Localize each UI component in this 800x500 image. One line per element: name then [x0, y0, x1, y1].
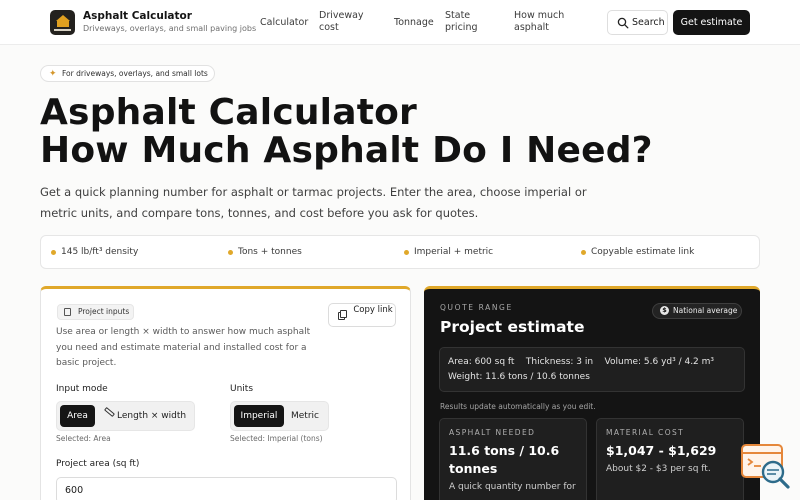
project-estimate-card: QUOTE RANGE $ National average Project e… [424, 286, 760, 500]
hero-description: Get a quick planning number for asphalt … [40, 185, 587, 220]
nav-link-driveway-cost[interactable]: Driveway cost [319, 10, 369, 34]
nav-link-how-much-asphalt[interactable]: How much asphalt [514, 10, 574, 34]
national-average-badge: $ National average [652, 303, 742, 319]
feature-item: Copyable estimate link [581, 247, 694, 257]
units-imperial-option[interactable]: Imperial [234, 405, 284, 427]
project-inputs-tag: Project inputs [57, 304, 134, 320]
nav-link-state-pricing[interactable]: State pricing [445, 10, 485, 34]
project-area-input[interactable]: 600 [56, 477, 397, 500]
input-mode-label: Input mode [56, 384, 108, 394]
nav-link-tonnage[interactable]: Tonnage [394, 17, 434, 29]
summary-volume: Volume: 5.6 yd³ / 4.2 m³ [604, 357, 715, 367]
bullet-dot-icon [581, 250, 586, 255]
brand-logo-icon[interactable] [50, 10, 75, 35]
quote-range-kicker: QUOTE RANGE [440, 303, 513, 312]
project-inputs-tag-label: Project inputs [78, 307, 130, 316]
copy-link-button[interactable]: Copy link [328, 303, 396, 327]
feature-label: Imperial + metric [414, 247, 494, 257]
page-title-line1: Asphalt Calculator [40, 92, 418, 133]
project-estimate-title: Project estimate [440, 318, 585, 336]
units-toggle: Imperial Metric [230, 401, 329, 431]
summary-weight: Weight: 11.6 tons / 10.6 tonnes [448, 372, 590, 382]
national-average-label: National average [673, 306, 738, 315]
brand-title[interactable]: Asphalt Calculator [83, 10, 192, 22]
feature-label: Copyable estimate link [591, 247, 695, 257]
sparkle-icon: ✦ [49, 69, 57, 79]
units-selected-hint: Selected: Imperial (tons) [230, 434, 323, 443]
page-title-line2: How Much Asphalt Do I Need? [40, 130, 653, 171]
material-cost-value: $1,047 - $1,629 [606, 443, 717, 458]
asphalt-needed-label: ASPHALT NEEDED [449, 428, 536, 437]
material-cost-panel: MATERIAL COST $1,047 - $1,629 About $2 -… [596, 418, 744, 500]
hero-pill-text: For driveways, overlays, and small lots [62, 69, 208, 78]
ruler-icon [104, 406, 115, 418]
summary-area: Area: 600 sq ft [448, 357, 515, 367]
dollar-icon: $ [660, 306, 669, 315]
input-mode-area-option[interactable]: Area [60, 405, 95, 427]
help-chat-widget-icon[interactable] [741, 444, 791, 490]
bullet-dot-icon [404, 250, 409, 255]
feature-item: Tons + tonnes [228, 247, 302, 257]
project-inputs-card: Project inputs Copy link Use area or len… [40, 286, 411, 500]
bullet-dot-icon [51, 250, 56, 255]
input-mode-selected-hint: Selected: Area [56, 434, 111, 443]
brand-subtitle: Driveways, overlays, and small paving jo… [83, 24, 257, 33]
get-estimate-button[interactable]: Get estimate [673, 10, 750, 35]
summary-thickness: Thickness: 3 in [525, 357, 594, 367]
hero-pill-badge: ✦ For driveways, overlays, and small lot… [40, 65, 215, 82]
document-icon [64, 308, 71, 316]
asphalt-needed-panel: ASPHALT NEEDED 11.6 tons / 10.6 tonnes A… [439, 418, 587, 500]
asphalt-needed-note: A quick quantity number for [449, 482, 576, 492]
asphalt-needed-value: 11.6 tons / 10.6 tonnes [449, 443, 560, 476]
feature-label: 145 lb/ft³ density [61, 247, 139, 257]
search-button[interactable]: Search [607, 10, 668, 35]
feature-label: Tons + tonnes [238, 247, 302, 257]
top-header: Asphalt Calculator Driveways, overlays, … [0, 0, 800, 45]
feature-strip: 145 lb/ft³ density Tons + tonnes Imperia… [40, 235, 760, 269]
feature-item: 145 lb/ft³ density [51, 247, 138, 257]
input-mode-length-width-option[interactable]: Length × width [97, 405, 191, 427]
nav-link-calculator[interactable]: Calculator [260, 17, 308, 29]
input-mode-toggle: Area Length × width [56, 401, 195, 431]
material-cost-note: About $2 - $3 per sq ft. [606, 464, 711, 474]
search-button-label: Search [632, 17, 665, 28]
search-icon [617, 17, 629, 29]
bullet-dot-icon [228, 250, 233, 255]
project-area-label: Project area (sq ft) [56, 459, 140, 469]
input-mode-length-width-label: Length × width [117, 411, 187, 421]
units-label: Units [230, 384, 254, 394]
copy-link-label: Copy link [353, 305, 393, 315]
units-metric-option[interactable]: Metric [285, 405, 325, 427]
feature-item: Imperial + metric [404, 247, 493, 257]
auto-update-note: Results update automatically as you edit… [440, 402, 596, 411]
estimate-summary-box: Area: 600 sq ft Thickness: 3 in Volume: … [439, 347, 745, 392]
material-cost-label: MATERIAL COST [606, 428, 685, 437]
inputs-description: Use area or length × width to answer how… [56, 327, 311, 368]
